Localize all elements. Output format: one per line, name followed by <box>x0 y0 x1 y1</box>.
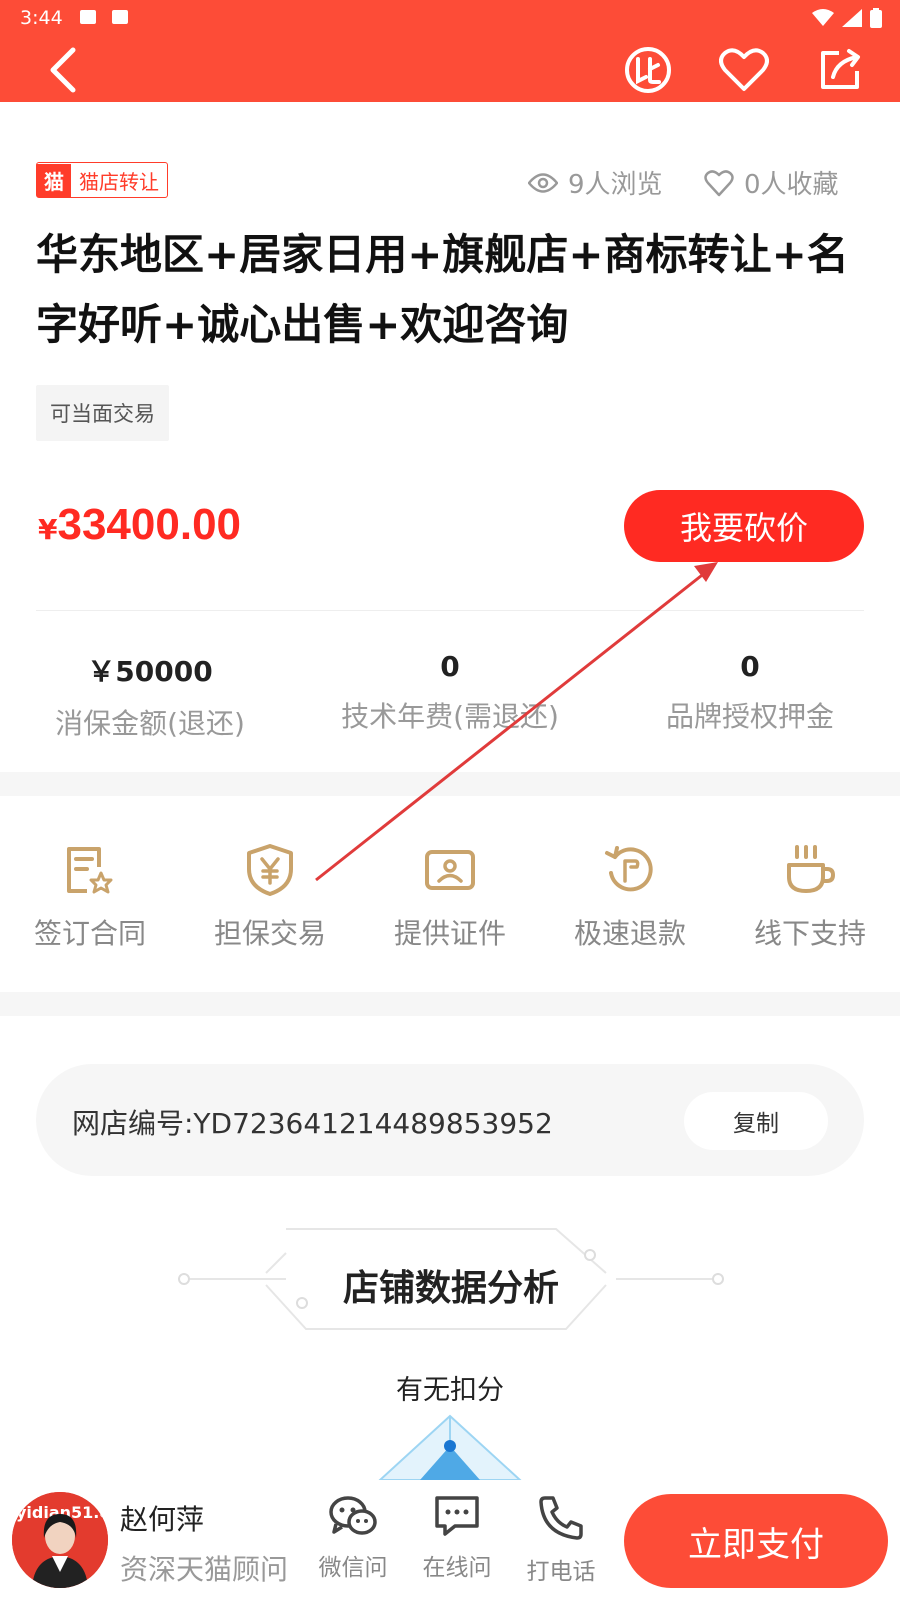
tmall-mark: 猫 <box>37 163 71 197</box>
price-value: 33400.00 <box>57 500 242 549</box>
metric-label: 品牌授权押金 <box>665 700 834 733</box>
favorite-button[interactable] <box>716 42 772 98</box>
metric-consumer-deposit: ￥50000 消保金额(退还) <box>0 650 300 742</box>
feature-contract[interactable]: 签订合同 <box>0 840 180 952</box>
shop-id-panel: 网店编号:YD723641214489853952 复制 <box>36 1064 864 1176</box>
feature-label: 签订合同 <box>33 917 146 950</box>
tmall-transfer-tag: 猫 猫店转让 <box>36 162 168 198</box>
deduction-subtitle: 有无扣分 <box>396 1375 504 1406</box>
wechat-ask-button[interactable]: 微信问 <box>308 1494 398 1582</box>
metric-label: 技术年费(需退还) <box>341 700 559 733</box>
action-label: 微信问 <box>318 1555 388 1581</box>
bottom-action-bar: yidian51.c 赵何萍 资深天猫顾问 微信问 在线问 打电话 立即支付 <box>0 1480 900 1600</box>
listing-title: 华东地区+居家日用+旗舰店+商标转让+名字好听+诚心出售+欢迎咨询 <box>36 230 849 349</box>
wifi-icon <box>812 9 834 26</box>
feature-documents[interactable]: 提供证件 <box>360 840 540 952</box>
compare-button[interactable] <box>620 42 676 98</box>
call-button[interactable]: 打电话 <box>516 1494 606 1586</box>
divider <box>36 610 864 611</box>
agent-role: 资深天猫顾问 <box>120 1553 289 1586</box>
coffee-cup-icon <box>787 845 836 893</box>
bargain-button[interactable]: 我要砍价 <box>624 490 864 562</box>
heart-icon <box>719 48 769 91</box>
deduction-radar-chart <box>378 1414 522 1480</box>
wechat-icon <box>329 1496 377 1535</box>
share-button[interactable] <box>812 42 868 98</box>
back-button[interactable] <box>34 42 90 98</box>
views-stat: 9人浏览 <box>528 164 663 201</box>
gallery-notification-icon <box>80 10 96 24</box>
id-card-icon <box>425 850 475 890</box>
contract-icon <box>67 847 113 894</box>
pay-now-button[interactable]: 立即支付 <box>624 1494 888 1588</box>
action-label: 打电话 <box>526 1559 596 1585</box>
agent-name: 赵何萍 <box>120 1503 205 1536</box>
metric-label: 消保金额(退还) <box>55 707 245 740</box>
phone-icon <box>539 1496 583 1540</box>
section-separator <box>0 992 900 1016</box>
feature-label: 提供证件 <box>393 917 506 950</box>
metric-value: ￥50000 <box>87 655 213 688</box>
feature-label: 线下支持 <box>753 917 866 950</box>
app-notification-icon <box>112 10 128 24</box>
agent-avatar[interactable]: yidian51.c <box>12 1492 108 1588</box>
feature-label: 担保交易 <box>213 917 326 950</box>
favorites-stat: 0人收藏 <box>704 164 839 201</box>
chat-icon <box>435 1496 479 1536</box>
refund-icon <box>605 846 653 892</box>
price: ¥33400.00 <box>38 500 241 550</box>
status-time: 3:44 <box>20 7 63 29</box>
agent-photo: yidian51.c <box>12 1492 108 1588</box>
metric-tech-fee: 0 技术年费(需退还) <box>300 650 600 735</box>
heart-outline-icon <box>704 169 734 196</box>
analysis-title: 店铺数据分析 <box>342 1268 559 1309</box>
share-icon <box>821 49 860 89</box>
face-trade-badge: 可当面交易 <box>36 385 169 441</box>
feature-offline-support[interactable]: 线下支持 <box>720 840 900 952</box>
price-currency: ¥ <box>38 513 58 546</box>
shop-analysis-header: 店铺数据分析 <box>176 1225 726 1345</box>
signal-icon <box>842 9 862 27</box>
service-features: 签订合同 担保交易 提供证件 极速退款 线下支持 <box>0 840 900 960</box>
tag-label: 猫店转让 <box>79 169 159 194</box>
online-ask-button[interactable]: 在线问 <box>412 1494 502 1582</box>
compare-icon <box>625 47 671 93</box>
feature-guarantee[interactable]: 担保交易 <box>180 840 360 952</box>
top-nav-bar <box>0 36 900 102</box>
metric-value: 0 <box>440 650 460 683</box>
metric-value: 0 <box>740 650 760 683</box>
action-label: 在线问 <box>422 1555 492 1581</box>
feature-fast-refund[interactable]: 极速退款 <box>540 840 720 952</box>
copy-button[interactable]: 复制 <box>684 1092 828 1150</box>
battery-icon <box>870 8 882 28</box>
status-bar: 3:44 <box>0 0 900 36</box>
guarantee-shield-icon <box>247 844 293 896</box>
metric-brand-deposit: 0 品牌授权押金 <box>600 650 900 735</box>
eye-icon <box>528 172 558 193</box>
chevron-left-icon <box>50 47 76 93</box>
views-count: 9人浏览 <box>568 170 663 200</box>
deposit-metrics: ￥50000 消保金额(退还) 0 技术年费(需退还) 0 品牌授权押金 <box>0 650 900 740</box>
favorites-count: 0人收藏 <box>744 170 839 200</box>
shop-id-text: 网店编号:YD723641214489853952 <box>72 1107 553 1140</box>
section-separator <box>0 772 900 796</box>
feature-label: 极速退款 <box>573 917 686 950</box>
tag-stats-row: 猫 猫店转让 9人浏览 0人收藏 <box>36 160 864 200</box>
